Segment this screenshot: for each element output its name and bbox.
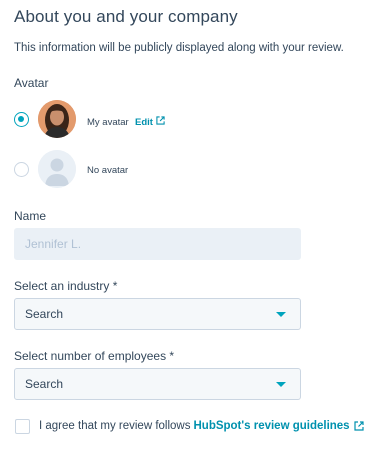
chevron-down-icon: [276, 381, 286, 387]
agree-text: I agree that my review follows HubSpot's…: [39, 420, 364, 432]
employees-select-value: Search: [25, 377, 64, 391]
name-value: Jennifer L.: [25, 237, 82, 251]
employees-label: Select number of employees *: [14, 349, 175, 363]
agree-checkbox[interactable]: [15, 419, 30, 434]
no-avatar-label: No avatar: [87, 165, 129, 176]
chevron-down-icon: [276, 311, 286, 317]
no-avatar-radio[interactable]: [14, 162, 29, 177]
name-field: Jennifer L.: [14, 228, 301, 260]
edit-avatar-link[interactable]: Edit: [135, 116, 165, 128]
employees-select[interactable]: Search: [14, 368, 301, 400]
name-label: Name: [14, 209, 47, 223]
edit-avatar-label: Edit: [135, 116, 153, 128]
industry-label: Select an industry *: [14, 279, 118, 293]
agree-label: I agree that my review follows: [39, 420, 191, 432]
external-link-icon: [156, 116, 165, 128]
page-title: About you and your company: [14, 7, 238, 26]
industry-select-value: Search: [25, 307, 64, 321]
page-subtitle: This information will be publicly displa…: [14, 42, 344, 54]
user-avatar: [38, 100, 76, 138]
review-guidelines-link[interactable]: HubSpot's review guidelines: [193, 420, 349, 432]
review-form: About you and your company This informat…: [0, 0, 366, 454]
external-link-icon[interactable]: [353, 421, 364, 431]
my-avatar-label: My avatar: [87, 117, 129, 128]
avatar-label: Avatar: [14, 76, 49, 90]
industry-select[interactable]: Search: [14, 298, 301, 330]
my-avatar-radio[interactable]: [14, 112, 29, 127]
placeholder-avatar: [38, 150, 76, 188]
